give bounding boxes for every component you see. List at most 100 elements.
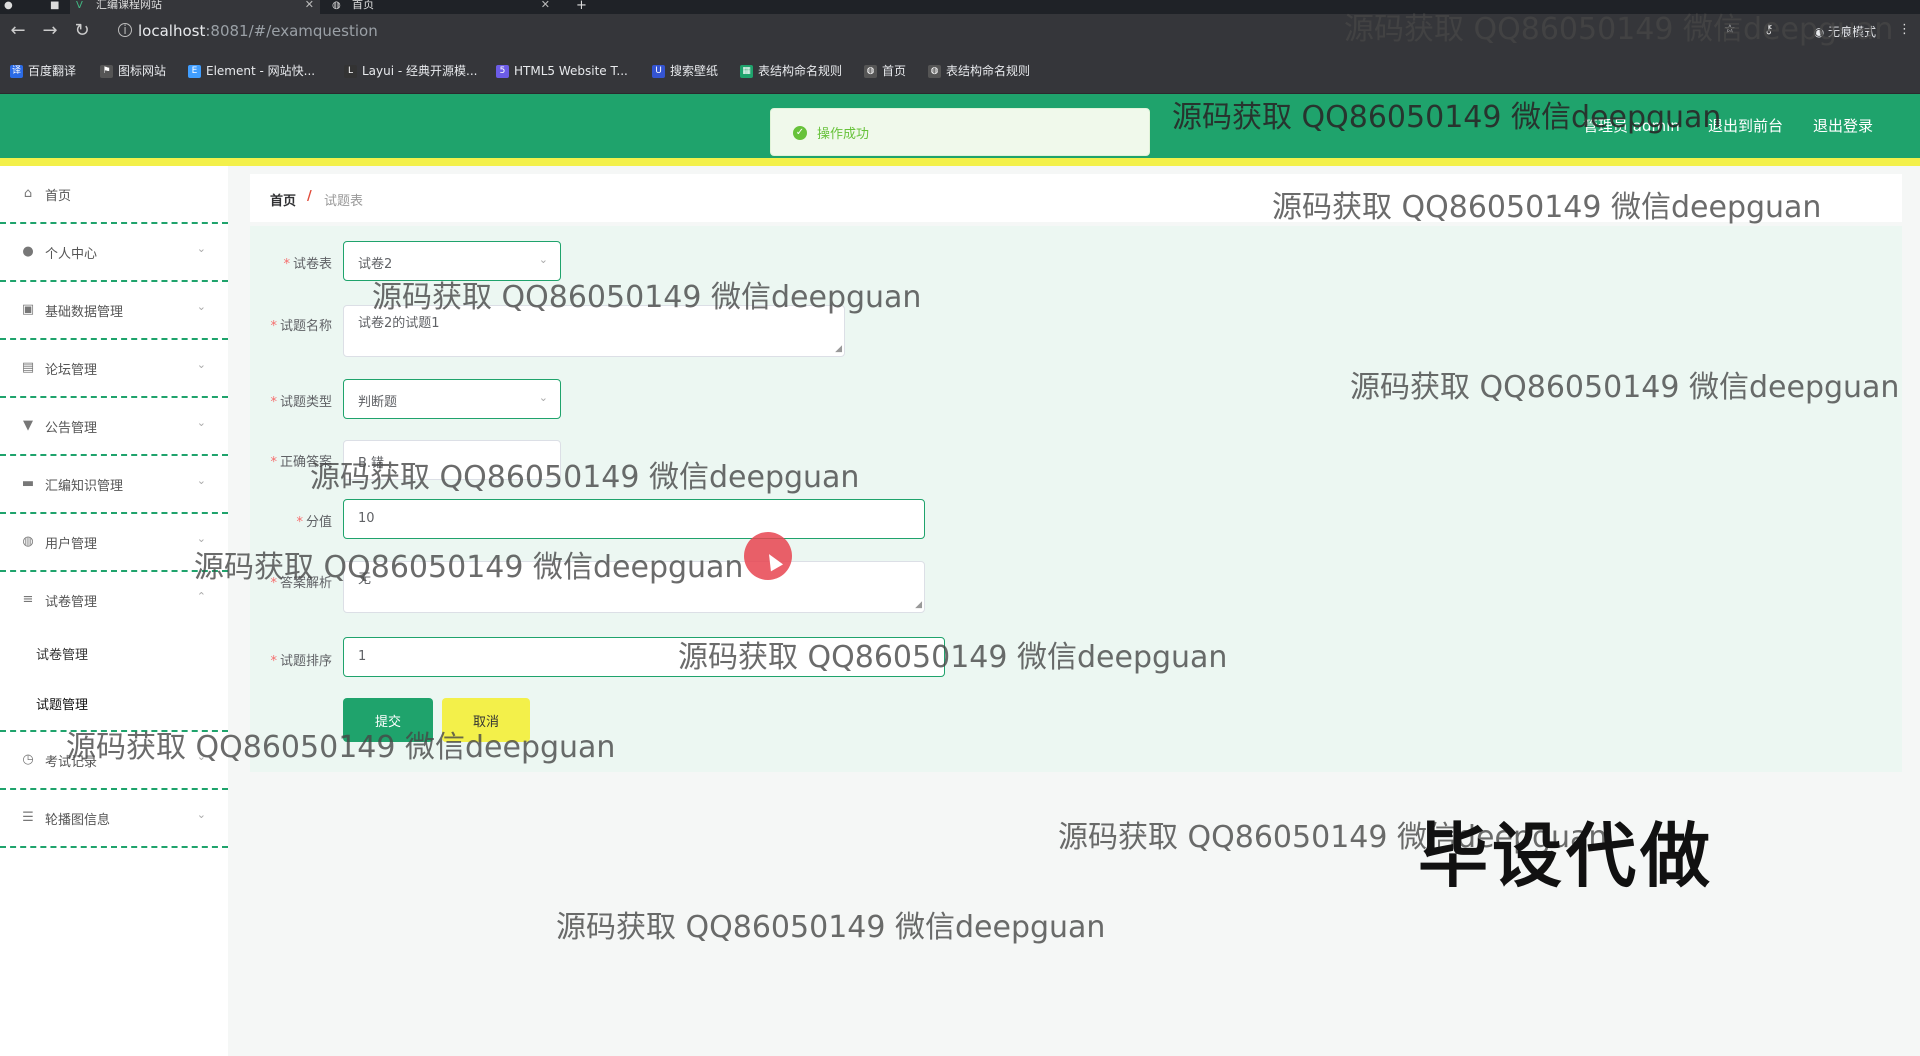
sidebar-item-label: 轮播图信息 — [45, 813, 111, 828]
promo-stamp: 毕设代做 — [1418, 815, 1714, 897]
watermark: 源码获取 QQ86050149 微信deepguan — [1172, 100, 1722, 135]
chevron-down-icon: ⌄ — [196, 358, 206, 371]
question-order-label: * 试题排序 — [270, 654, 332, 669]
bookmark-label: 表结构命名规则 — [758, 64, 843, 78]
globe-icon: ◍ — [928, 65, 941, 78]
watermark: 源码获取 QQ86050149 微信deepguan — [1350, 370, 1900, 405]
bookmark-item[interactable]: 译百度翻译 — [10, 62, 76, 80]
question-type-select[interactable]: 判断题 ⌄ — [343, 379, 561, 419]
vue-icon: V — [76, 0, 83, 11]
new-tab-button[interactable]: + — [572, 0, 592, 14]
question-type-label: * 试题类型 — [270, 395, 332, 410]
sidebar-item-forum[interactable]: ▤ 论坛管理 ⌄ — [0, 340, 228, 398]
sidebar-subitem-label: 试题管理 — [36, 698, 89, 713]
sidebar-item-basic-data[interactable]: ▣ 基础数据管理 ⌄ — [0, 282, 228, 340]
list-icon: ≡ — [22, 592, 34, 607]
tab-active[interactable]: V 汇编课程网站 ✕ — [70, 0, 320, 14]
tab-inactive[interactable]: ◍ 首页 ✕ — [326, 0, 556, 14]
score-input[interactable]: 10 — [343, 499, 925, 539]
tab-title: 汇编课程网站 — [96, 0, 162, 11]
bookmark-label: 搜索壁纸 — [670, 64, 719, 78]
sidebar-item-knowledge[interactable]: ▬ 汇编知识管理 ⌄ — [0, 456, 228, 514]
bookmark-label: 表结构命名规则 — [946, 64, 1031, 78]
resize-handle-icon[interactable]: ◢ — [835, 344, 842, 354]
bookmark-label: 百度翻译 — [28, 64, 77, 78]
sidebar-item-home[interactable]: ⌂ 首页 — [0, 166, 228, 224]
kebab-menu-icon[interactable]: ⋮ — [1898, 22, 1911, 37]
paper-label: * 试卷表 — [283, 257, 332, 272]
watermark: 源码获取 QQ86050149 微信deepguan — [372, 280, 922, 315]
breadcrumb-home[interactable]: 首页 — [270, 190, 296, 209]
globe-icon: ◍ — [864, 65, 877, 78]
chevron-down-icon: ⌄ — [196, 300, 206, 313]
globe-icon: ◍ — [332, 0, 341, 11]
forward-icon[interactable]: → — [40, 20, 60, 41]
layui-icon: L — [344, 65, 357, 78]
success-toast: ✓ 操作成功 — [770, 108, 1150, 156]
watermark: 源码获取 QQ86050149 微信deepguan — [1272, 190, 1822, 225]
score-value: 10 — [358, 511, 375, 526]
browser-menu-icon[interactable]: ● — [0, 0, 18, 14]
sidebar-item-profile[interactable]: ● 个人中心 ⌄ — [0, 224, 228, 282]
close-icon[interactable]: ✕ — [305, 0, 314, 10]
info-icon[interactable]: i — [118, 23, 132, 37]
bookmark-item[interactable]: L Layui - 经典开源模... — [344, 62, 477, 80]
watermark: 源码获取 QQ86050149 微信deepguan — [194, 550, 744, 585]
bookmark-item[interactable]: ◍ 首页 — [864, 62, 906, 80]
sidebar-item-carousel[interactable]: ☰ 轮播图信息 ⌄ — [0, 790, 228, 848]
breadcrumb-current: 试题表 — [324, 194, 364, 209]
chevron-down-icon: ⌄ — [538, 253, 548, 266]
bookmark-item[interactable]: U 搜索壁纸 — [652, 62, 718, 80]
sidebar-item-label: 试卷管理 — [45, 595, 98, 610]
check-icon: ✓ — [793, 126, 807, 140]
pin-icon: ▼ — [23, 418, 33, 433]
building-icon: ▣ — [21, 302, 35, 317]
sidebar-item-label: 个人中心 — [45, 247, 98, 262]
bookmark-item[interactable]: ⚑ 图标网站 — [100, 62, 166, 80]
logout-link[interactable]: 退出登录 — [1813, 115, 1873, 136]
tab-page-icon[interactable]: ■ — [46, 0, 62, 14]
bookmark-item[interactable]: E Element - 网站快... — [188, 62, 315, 80]
chevron-down-icon: ⌄ — [196, 808, 206, 821]
bookmarks-bar: 译百度翻译 ⚑ 图标网站 E Element - 网站快... L Layui - 经… — [0, 46, 1920, 94]
bookmark-item[interactable]: 5 HTML5 Website T... — [496, 62, 628, 80]
home-icon: ⌂ — [23, 186, 33, 201]
document-icon: ▤ — [21, 360, 35, 375]
url-path: :8081/#/examquestion — [205, 22, 378, 40]
breadcrumb-separator: / — [307, 189, 312, 204]
back-icon[interactable]: ← — [8, 20, 28, 41]
close-icon[interactable]: ✕ — [541, 0, 550, 10]
sliders-icon: ☰ — [22, 810, 34, 825]
bookmark-label: Element - 网站快... — [206, 64, 316, 78]
sidebar-item-label: 首页 — [45, 189, 72, 204]
clock-icon: ◷ — [22, 752, 34, 767]
paper-select-value: 试卷2 — [358, 257, 393, 272]
reload-icon[interactable]: ↻ — [72, 20, 92, 41]
globe-icon: ◍ — [22, 534, 34, 549]
bookmark-label: 图标网站 — [118, 64, 167, 78]
element-icon: E — [188, 65, 201, 78]
bookmark-label: Layui - 经典开源模... — [362, 64, 478, 78]
resize-handle-icon[interactable]: ◢ — [915, 600, 922, 610]
wallpaper-icon: U — [652, 65, 665, 78]
bookmark-item[interactable]: ▦ 表结构命名规则 — [740, 62, 842, 80]
chevron-up-icon: ⌃ — [196, 590, 206, 603]
table-icon: ▦ — [740, 65, 753, 78]
briefcase-icon: ▬ — [21, 476, 35, 491]
watermark: 源码获取 QQ86050149 微信deepguan — [66, 730, 616, 765]
watermark: 源码获取 QQ86050149 微信deepguan — [1344, 12, 1894, 47]
url-host: localhost — [138, 22, 206, 40]
sidebar-item-label: 基础数据管理 — [45, 305, 124, 320]
translate-icon: 译 — [10, 65, 23, 78]
flag-icon: ⚑ — [100, 65, 113, 78]
sidebar-subitem-papers[interactable]: 试卷管理 — [0, 628, 228, 678]
sidebar-item-notice[interactable]: ▼ 公告管理 ⌄ — [0, 398, 228, 456]
chevron-down-icon: ⌄ — [196, 242, 206, 255]
question-name-label: * 试题名称 — [270, 319, 332, 334]
sidebar-subitem-label: 试卷管理 — [36, 648, 89, 663]
tab-title: 首页 — [352, 0, 374, 11]
bookmark-item[interactable]: ◍ 表结构命名规则 — [928, 62, 1030, 80]
toast-message: 操作成功 — [817, 127, 870, 142]
header-accent-strip — [0, 158, 1920, 166]
sidebar: ⌂ 首页 ● 个人中心 ⌄ ▣ 基础数据管理 ⌄ ▤ 论坛管理 ⌄ ▼ 公告管理… — [0, 166, 228, 1056]
